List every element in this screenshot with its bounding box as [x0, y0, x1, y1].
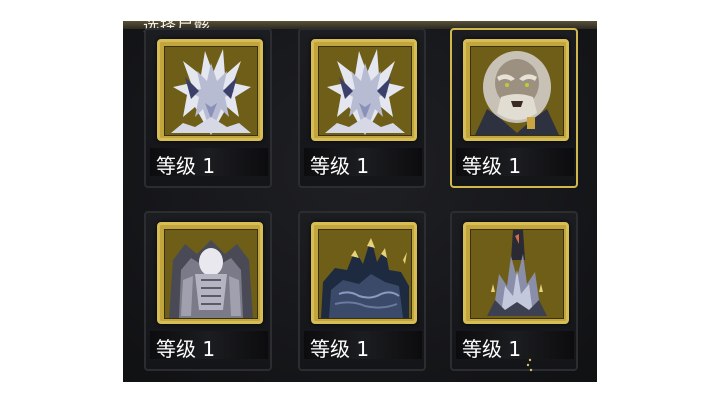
level-label: 等级 1	[462, 337, 522, 361]
spiked-dark-beast-icon	[318, 229, 412, 319]
level-bar: 等级 1	[456, 331, 574, 361]
level-label: 等级 1	[310, 337, 370, 361]
portrait-frame	[463, 39, 569, 141]
white-flame-creature-icon	[318, 46, 412, 136]
level-bar: 等级 1	[304, 331, 422, 361]
portrait-frame	[463, 222, 569, 324]
old-bearded-man-icon	[470, 46, 564, 136]
armored-skull-beast-icon	[164, 229, 258, 319]
white-flame-creature-icon	[164, 46, 258, 136]
level-label: 等级 1	[156, 337, 216, 361]
level-bar: 等级 1	[304, 148, 422, 178]
level-bar: 等级 1	[150, 331, 268, 361]
character-card-6[interactable]: 等级 1	[450, 211, 578, 371]
corpse-select-screen: 选择尸骸 等级 1	[123, 21, 597, 382]
cursor-icon	[526, 358, 533, 372]
portrait-frame	[311, 222, 417, 324]
character-card-3[interactable]: 等级 1	[450, 28, 578, 188]
level-label: 等级 1	[462, 154, 522, 178]
character-card-2[interactable]: 等级 1	[298, 28, 426, 188]
crystal-spire-creature-icon	[470, 229, 564, 319]
level-label: 等级 1	[156, 154, 216, 178]
level-bar: 等级 1	[150, 148, 268, 178]
level-label: 等级 1	[310, 154, 370, 178]
character-card-5[interactable]: 等级 1	[298, 211, 426, 371]
portrait-frame	[311, 39, 417, 141]
portrait-frame	[157, 39, 263, 141]
level-bar: 等级 1	[456, 148, 574, 178]
character-card-4[interactable]: 等级 1	[144, 211, 272, 371]
portrait-frame	[157, 222, 263, 324]
character-card-1[interactable]: 等级 1	[144, 28, 272, 188]
